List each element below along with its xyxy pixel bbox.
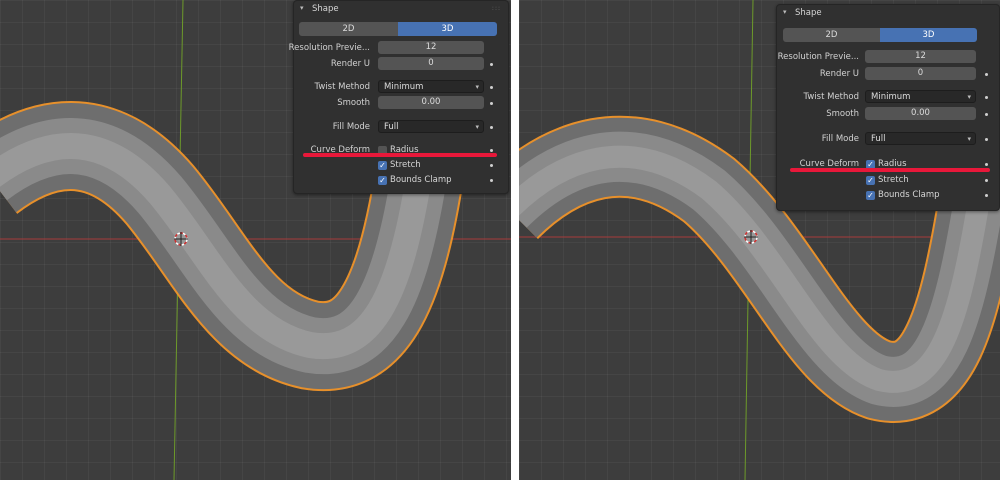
smooth-label: Smooth [337, 98, 370, 108]
chevron-down-icon: ▾ [967, 135, 971, 143]
keyframe-dot-icon[interactable] [985, 96, 988, 99]
keyframe-dot-icon[interactable] [490, 126, 493, 129]
dimension-toggle: 2D 3D [783, 28, 977, 42]
image-divider [511, 0, 519, 480]
smooth-field[interactable]: 0.00 [378, 96, 484, 109]
stretch-checkbox[interactable]: ✓ [866, 176, 875, 185]
chevron-down-icon[interactable]: ▾ [783, 8, 787, 16]
resolution-preview-field[interactable]: 12 [865, 50, 976, 63]
keyframe-dot-icon[interactable] [985, 73, 988, 76]
shape-panel: ▾ Shape 2D 3D Resolution Previe... 12 Re… [776, 4, 1000, 211]
chevron-down-icon: ▾ [475, 83, 479, 91]
keyframe-dot-icon[interactable] [490, 179, 493, 182]
shape-panel: ▾ Shape ::: 2D 3D Resolution Previe... 1… [289, 0, 509, 194]
keyframe-dot-icon[interactable] [985, 179, 988, 182]
twist-method-select[interactable]: Minimum ▾ [378, 80, 484, 93]
fill-mode-label: Fill Mode [821, 134, 859, 144]
bounds-clamp-label: Bounds Clamp [878, 190, 940, 200]
chevron-down-icon: ▾ [967, 93, 971, 101]
keyframe-dot-icon[interactable] [490, 102, 493, 105]
bounds-clamp-checkbox[interactable]: ✓ [378, 176, 387, 185]
stretch-label: Stretch [878, 175, 909, 185]
bounds-clamp-checkbox[interactable]: ✓ [866, 191, 875, 200]
keyframe-dot-icon[interactable] [490, 63, 493, 66]
highlight-underline [790, 168, 990, 172]
stretch-checkbox[interactable]: ✓ [378, 161, 387, 170]
drag-handle-icon[interactable]: ::: [492, 5, 501, 12]
twist-method-select[interactable]: Minimum ▾ [865, 90, 976, 103]
fill-mode-value: Full [384, 122, 399, 132]
render-u-label: Render U [330, 59, 370, 69]
twist-method-label: Twist Method [803, 92, 859, 102]
keyframe-dot-icon[interactable] [985, 113, 988, 116]
panel-title: Shape [312, 4, 339, 14]
stretch-label: Stretch [390, 160, 421, 170]
bounds-clamp-label: Bounds Clamp [390, 175, 452, 185]
twist-method-value: Minimum [384, 82, 424, 92]
smooth-field[interactable]: 0.00 [865, 107, 976, 120]
chevron-down-icon[interactable]: ▾ [300, 4, 304, 12]
resolution-preview-label: Resolution Previe... [777, 52, 859, 62]
twist-method-label: Twist Method [314, 82, 370, 92]
chevron-down-icon: ▾ [475, 123, 479, 131]
keyframe-dot-icon[interactable] [985, 194, 988, 197]
mode-2d-button[interactable]: 2D [783, 28, 880, 42]
smooth-label: Smooth [826, 109, 859, 119]
dimension-toggle: 2D 3D [299, 22, 497, 36]
fill-mode-select[interactable]: Full ▾ [865, 132, 976, 145]
render-u-field[interactable]: 0 [865, 67, 976, 80]
render-u-label: Render U [819, 69, 859, 79]
panel-header[interactable]: ▾ Shape [777, 5, 999, 21]
keyframe-dot-icon[interactable] [985, 163, 988, 166]
panel-title: Shape [795, 8, 822, 18]
resolution-preview-label: Resolution Previe... [288, 43, 370, 53]
keyframe-dot-icon[interactable] [985, 138, 988, 141]
fill-mode-label: Fill Mode [332, 122, 370, 132]
twist-method-value: Minimum [871, 92, 911, 102]
mode-3d-button[interactable]: 3D [398, 22, 497, 36]
keyframe-dot-icon[interactable] [490, 86, 493, 89]
panel-header[interactable]: ▾ Shape ::: [294, 1, 508, 17]
render-u-field[interactable]: 0 [378, 57, 484, 70]
mode-2d-button[interactable]: 2D [299, 22, 398, 36]
keyframe-dot-icon[interactable] [490, 149, 493, 152]
mode-3d-button[interactable]: 3D [880, 28, 977, 42]
fill-mode-select[interactable]: Full ▾ [378, 120, 484, 133]
fill-mode-value: Full [871, 134, 886, 144]
viewport-before[interactable]: ▾ Shape ::: 2D 3D Resolution Previe... 1… [0, 0, 511, 480]
keyframe-dot-icon[interactable] [490, 164, 493, 167]
highlight-underline [303, 153, 497, 157]
resolution-preview-field[interactable]: 12 [378, 41, 484, 54]
